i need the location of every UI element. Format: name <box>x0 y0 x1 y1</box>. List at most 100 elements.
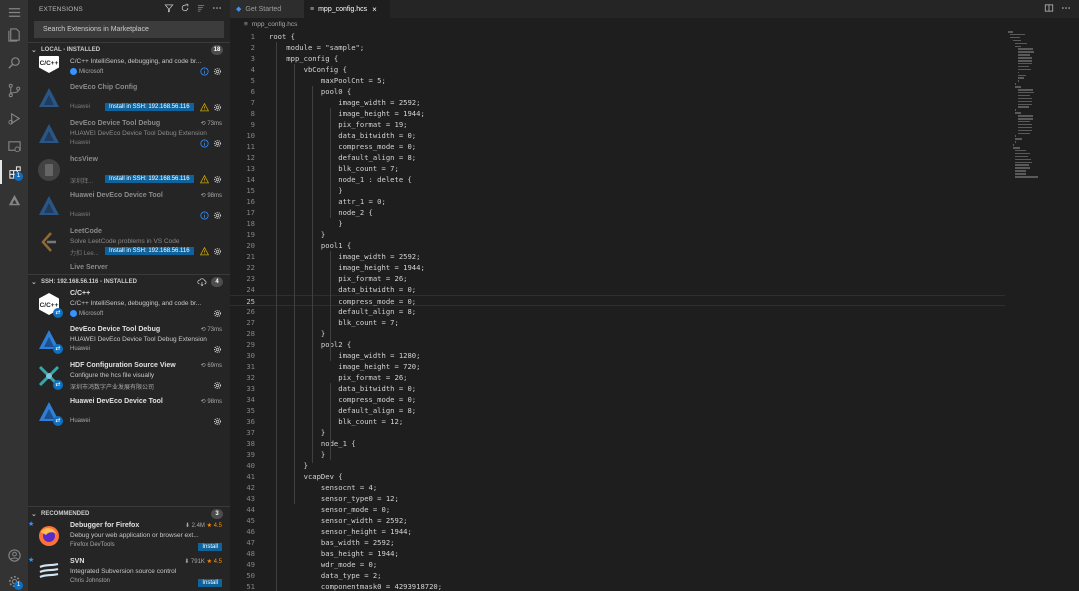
code-line[interactable]: 22 image_height = 1944; <box>230 262 1005 273</box>
code-line[interactable]: 10 data_bitwidth = 0; <box>230 130 1005 141</box>
extension-item-debugger-for-firefox[interactable]: ★ Debugger for Firefox Debug your web appl… <box>28 520 230 556</box>
code-line[interactable]: 17 node_2 { <box>230 207 1005 218</box>
warning-icon[interactable] <box>199 102 210 112</box>
manage-gear-icon[interactable] <box>213 67 222 76</box>
manage-gear-icon[interactable] <box>213 139 222 148</box>
code-line[interactable]: 3 mpp_config { <box>230 53 1005 64</box>
code-line[interactable]: 33 data_bitwidth = 0; <box>230 383 1005 394</box>
code-line[interactable]: 41 vcapDev { <box>230 471 1005 482</box>
install-button[interactable]: Install in SSH: 192.168.56.116 <box>105 175 194 183</box>
code-line[interactable]: 20 pool1 { <box>230 240 1005 251</box>
extension-item-hdf-configuration-source-view[interactable]: ⇄ HDF Configuration Source View Configure … <box>28 360 230 396</box>
manage-gear-icon[interactable] <box>213 309 222 318</box>
manage-gear-icon[interactable] <box>213 211 222 220</box>
install-button[interactable]: Install <box>198 579 222 587</box>
code-line[interactable]: 46 sensor_height = 1944; <box>230 526 1005 537</box>
code-line[interactable]: 45 sensor_width = 2592; <box>230 515 1005 526</box>
ssh-installed-header[interactable]: ⌄ SSH: 192.168.56.116 - INSTALLED 4 <box>28 274 230 288</box>
extension-item-leetcode[interactable]: LeetCode Solve LeetCode problems in VS Co… <box>28 226 230 262</box>
code-line[interactable]: 35 default_align = 8; <box>230 405 1005 416</box>
manage-gear-icon[interactable] <box>213 103 222 112</box>
extension-search-input[interactable]: Search Extensions in Marketplace <box>34 21 224 38</box>
search-icon[interactable] <box>0 50 28 74</box>
manage-gear-icon[interactable] <box>213 175 222 184</box>
code-editor[interactable]: 1 root {2 module = "sample"; 3 mpp_config … <box>230 31 1079 591</box>
local-installed-header[interactable]: ⌄ LOCAL - INSTALLED 18 <box>28 42 230 56</box>
code-line[interactable]: 9 pix_format = 19; <box>230 119 1005 130</box>
code-line[interactable]: 8 image_height = 1944; <box>230 108 1005 119</box>
code-line[interactable]: 6 pool0 { <box>230 86 1005 97</box>
extensions-icon[interactable]: 1 <box>0 160 28 184</box>
code-line[interactable]: 19 } <box>230 229 1005 240</box>
extension-item-live-server[interactable]: Live Server <box>28 262 230 274</box>
tab-get-started[interactable]: ◆ Get Started <box>230 0 304 18</box>
code-line[interactable]: 28 } <box>230 328 1005 339</box>
code-line[interactable]: 48 bas_height = 1944; <box>230 548 1005 559</box>
extension-item-huawei-deveco-device-tool[interactable]: Huawei DevEco Device Tool Huawei ⟲ 98ms <box>28 190 230 226</box>
code-line[interactable]: 13 blk_count = 7; <box>230 163 1005 174</box>
warning-icon[interactable] <box>199 174 210 184</box>
code-line[interactable]: 5 maxPoolCnt = 5; <box>230 75 1005 86</box>
info-icon[interactable] <box>200 139 209 148</box>
filter-icon[interactable] <box>164 3 174 15</box>
code-line[interactable]: 29 pool2 { <box>230 339 1005 350</box>
install-button[interactable]: Install in SSH: 192.168.56.116 <box>105 103 194 111</box>
code-line[interactable]: 18 } <box>230 218 1005 229</box>
extension-item-c-c[interactable]: C/C++ ⇄ C/C++ C/C++ IntelliSense, debugging… <box>28 288 230 324</box>
code-line[interactable]: 25 compress_mode = 0; <box>230 295 1005 306</box>
run-debug-icon[interactable] <box>0 106 28 130</box>
warning-icon[interactable] <box>199 246 210 256</box>
code-line[interactable]: 34 compress_mode = 0; <box>230 394 1005 405</box>
code-line[interactable]: 44 sensor_mode = 0; <box>230 504 1005 515</box>
code-line[interactable]: 39 } <box>230 449 1005 460</box>
tab-mpp-config[interactable]: ≡ mpp_config.hcs × <box>304 0 390 18</box>
extension-item-huawei-deveco-device-tool[interactable]: ⇄ Huawei DevEco Device Tool Huawei ⟲ 98ms <box>28 396 230 432</box>
code-line[interactable]: 23 pix_format = 26; <box>230 273 1005 284</box>
code-line[interactable]: 26 default_align = 8; <box>230 306 1005 317</box>
code-line[interactable]: 31 image_height = 720; <box>230 361 1005 372</box>
code-line[interactable]: 11 compress_mode = 0; <box>230 141 1005 152</box>
more-actions-icon[interactable] <box>212 3 222 15</box>
code-line[interactable]: 50 data_type = 2; <box>230 570 1005 581</box>
more-actions-icon[interactable] <box>1061 3 1071 15</box>
manage-gear-icon[interactable] <box>213 247 222 256</box>
extension-item-deveco-device-tool-debug[interactable]: DevEco Device Tool Debug HUAWEI DevEco De… <box>28 118 230 154</box>
extension-item-svn[interactable]: ★ SVN Integrated Subversion source control… <box>28 556 230 591</box>
code-line[interactable]: 40 } <box>230 460 1005 471</box>
recommended-header[interactable]: ⌄ RECOMMENDED 3 <box>28 506 230 520</box>
code-line[interactable]: 16 attr_1 = 0; <box>230 196 1005 207</box>
menu-icon[interactable] <box>0 0 28 24</box>
close-icon[interactable]: × <box>372 5 377 14</box>
info-icon[interactable] <box>200 211 209 220</box>
account-icon[interactable] <box>0 543 28 567</box>
code-line[interactable]: 15 } <box>230 185 1005 196</box>
code-line[interactable]: 51 componentmask0 = 4293918720; <box>230 581 1005 591</box>
clear-icon[interactable] <box>196 3 206 15</box>
breadcrumb[interactable]: ≡ mpp_config.hcs <box>230 18 1079 31</box>
extension-item-deveco-chip-config[interactable]: DevEco Chip Config Huawei Install in SSH: … <box>28 82 230 118</box>
source-control-icon[interactable] <box>0 78 28 102</box>
remote-explorer-icon[interactable] <box>0 134 28 158</box>
install-button[interactable]: Install in SSH: 192.168.56.116 <box>105 247 194 255</box>
code-line[interactable]: 1 root { <box>230 31 1005 42</box>
code-line[interactable]: 27 blk_count = 7; <box>230 317 1005 328</box>
deveco-icon[interactable] <box>0 188 28 212</box>
minimap[interactable] <box>1008 31 1066 341</box>
code-line[interactable]: 12 default_align = 8; <box>230 152 1005 163</box>
manage-gear-icon[interactable] <box>213 345 222 354</box>
extension-item-deveco-device-tool-debug[interactable]: ⇄ DevEco Device Tool Debug HUAWEI DevEco D… <box>28 324 230 360</box>
code-line[interactable]: 30 image_width = 1280; <box>230 350 1005 361</box>
extension-item-c-c[interactable]: C/C++C/C++C/C++ IntelliSense, debugging,… <box>28 56 230 82</box>
extension-item-hcsview[interactable]: hcsView 深圳拜... Install in SSH: 192.168.56.… <box>28 154 230 190</box>
explorer-icon[interactable] <box>0 22 28 46</box>
code-line[interactable]: 47 bas_width = 2592; <box>230 537 1005 548</box>
code-line[interactable]: 49 wdr_mode = 0; <box>230 559 1005 570</box>
code-line[interactable]: 42 sensocnt = 4; <box>230 482 1005 493</box>
code-line[interactable]: 43 sensor_type0 = 12; <box>230 493 1005 504</box>
code-line[interactable]: 24 data_bitwidth = 0; <box>230 284 1005 295</box>
install-button[interactable]: Install <box>198 543 222 551</box>
manage-gear-icon[interactable] <box>213 417 222 426</box>
code-line[interactable]: 21 image_width = 2592; <box>230 251 1005 262</box>
code-line[interactable]: 2 module = "sample"; <box>230 42 1005 53</box>
code-line[interactable]: 38 node_1 { <box>230 438 1005 449</box>
